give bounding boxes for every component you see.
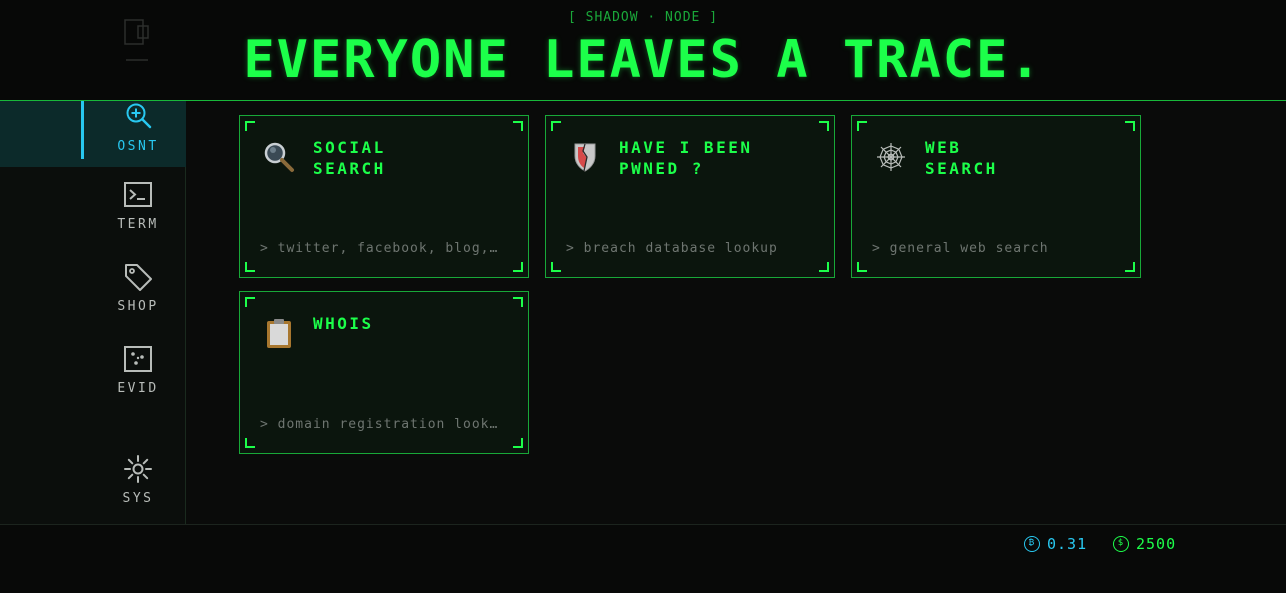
gear-icon — [124, 455, 152, 483]
sidebar-item-label: OSNT — [117, 139, 159, 154]
search-plus-icon — [126, 103, 152, 129]
sidebar-item-label: SHOP — [117, 299, 159, 314]
tag-icon — [125, 264, 152, 291]
sidebar-item-osnt[interactable]: OSNT — [0, 101, 186, 167]
card-title: WHOIS — [313, 314, 374, 333]
magnifier-icon — [264, 142, 294, 172]
dollar-icon: $ — [1113, 536, 1129, 552]
spider-web-icon — [877, 143, 905, 171]
corner-bracket — [551, 121, 561, 131]
broken-shield-icon — [574, 143, 596, 172]
corner-bracket — [857, 262, 867, 272]
sidebar-item-label: SYS — [122, 491, 154, 506]
corner-bracket — [245, 438, 255, 448]
btc-amount: 0.31 — [1047, 535, 1088, 553]
evidence-board-icon — [124, 346, 152, 372]
corner-bracket — [513, 262, 523, 272]
card-title: WEB SEARCH — [925, 138, 998, 178]
corner-bracket — [513, 297, 523, 307]
corner-bracket — [245, 297, 255, 307]
corner-bracket — [513, 121, 523, 131]
tool-card-have-i-been-pwned[interactable]: HAVE I BEEN PWNED ? > breach database lo… — [545, 115, 835, 278]
sidebar-item-sys[interactable]: SYS — [0, 453, 186, 519]
tool-card-whois[interactable]: WHOIS > domain registration lookup — [239, 291, 529, 454]
card-description: > domain registration lookup — [260, 417, 506, 432]
page-title: EVERYONE LEAVES A TRACE. — [243, 30, 1043, 90]
card-title: SOCIAL SEARCH — [313, 138, 386, 178]
corner-bracket — [857, 121, 867, 131]
corner-bracket — [245, 262, 255, 272]
sidebar-item-shop[interactable]: SHOP — [0, 261, 186, 327]
corner-bracket — [551, 262, 561, 272]
card-description: > twitter, facebook, blog, forum — [260, 241, 506, 256]
header-subtitle: [ SHADOW · NODE ] — [567, 10, 719, 25]
corner-bracket — [819, 121, 829, 131]
corner-bracket — [1125, 262, 1135, 272]
bitcoin-icon: ₿ — [1024, 536, 1040, 552]
card-description: > general web search — [872, 241, 1049, 256]
btc-balance: ₿ 0.31 — [1024, 535, 1104, 554]
corner-bracket — [819, 262, 829, 272]
sidebar-item-label: TERM — [117, 217, 159, 232]
cash-balance: $ 2500 — [1113, 535, 1193, 554]
card-title: HAVE I BEEN PWNED ? — [619, 138, 753, 178]
status-bar: ₿ 0.31 $ 2500 — [0, 524, 1286, 593]
terminal-icon — [124, 182, 152, 207]
corner-bracket — [1125, 121, 1135, 131]
tool-card-social-search[interactable]: SOCIAL SEARCH > twitter, facebook, blog,… — [239, 115, 529, 278]
sidebar-nav: OSNT TERM SHOP EVID SYS — [0, 101, 186, 524]
sidebar-item-term[interactable]: TERM — [0, 179, 186, 245]
active-indicator — [81, 101, 84, 159]
tool-card-web-search[interactable]: WEB SEARCH > general web search — [851, 115, 1141, 278]
corner-bracket — [245, 121, 255, 131]
clipboard-icon — [267, 319, 291, 348]
page-header: [ SHADOW · NODE ] EVERYONE LEAVES A TRAC… — [0, 0, 1286, 101]
sidebar-item-label: EVID — [117, 381, 159, 396]
corner-bracket — [513, 438, 523, 448]
sidebar-item-evid[interactable]: EVID — [0, 343, 186, 409]
cash-amount: 2500 — [1136, 535, 1177, 553]
card-description: > breach database lookup — [566, 241, 778, 256]
